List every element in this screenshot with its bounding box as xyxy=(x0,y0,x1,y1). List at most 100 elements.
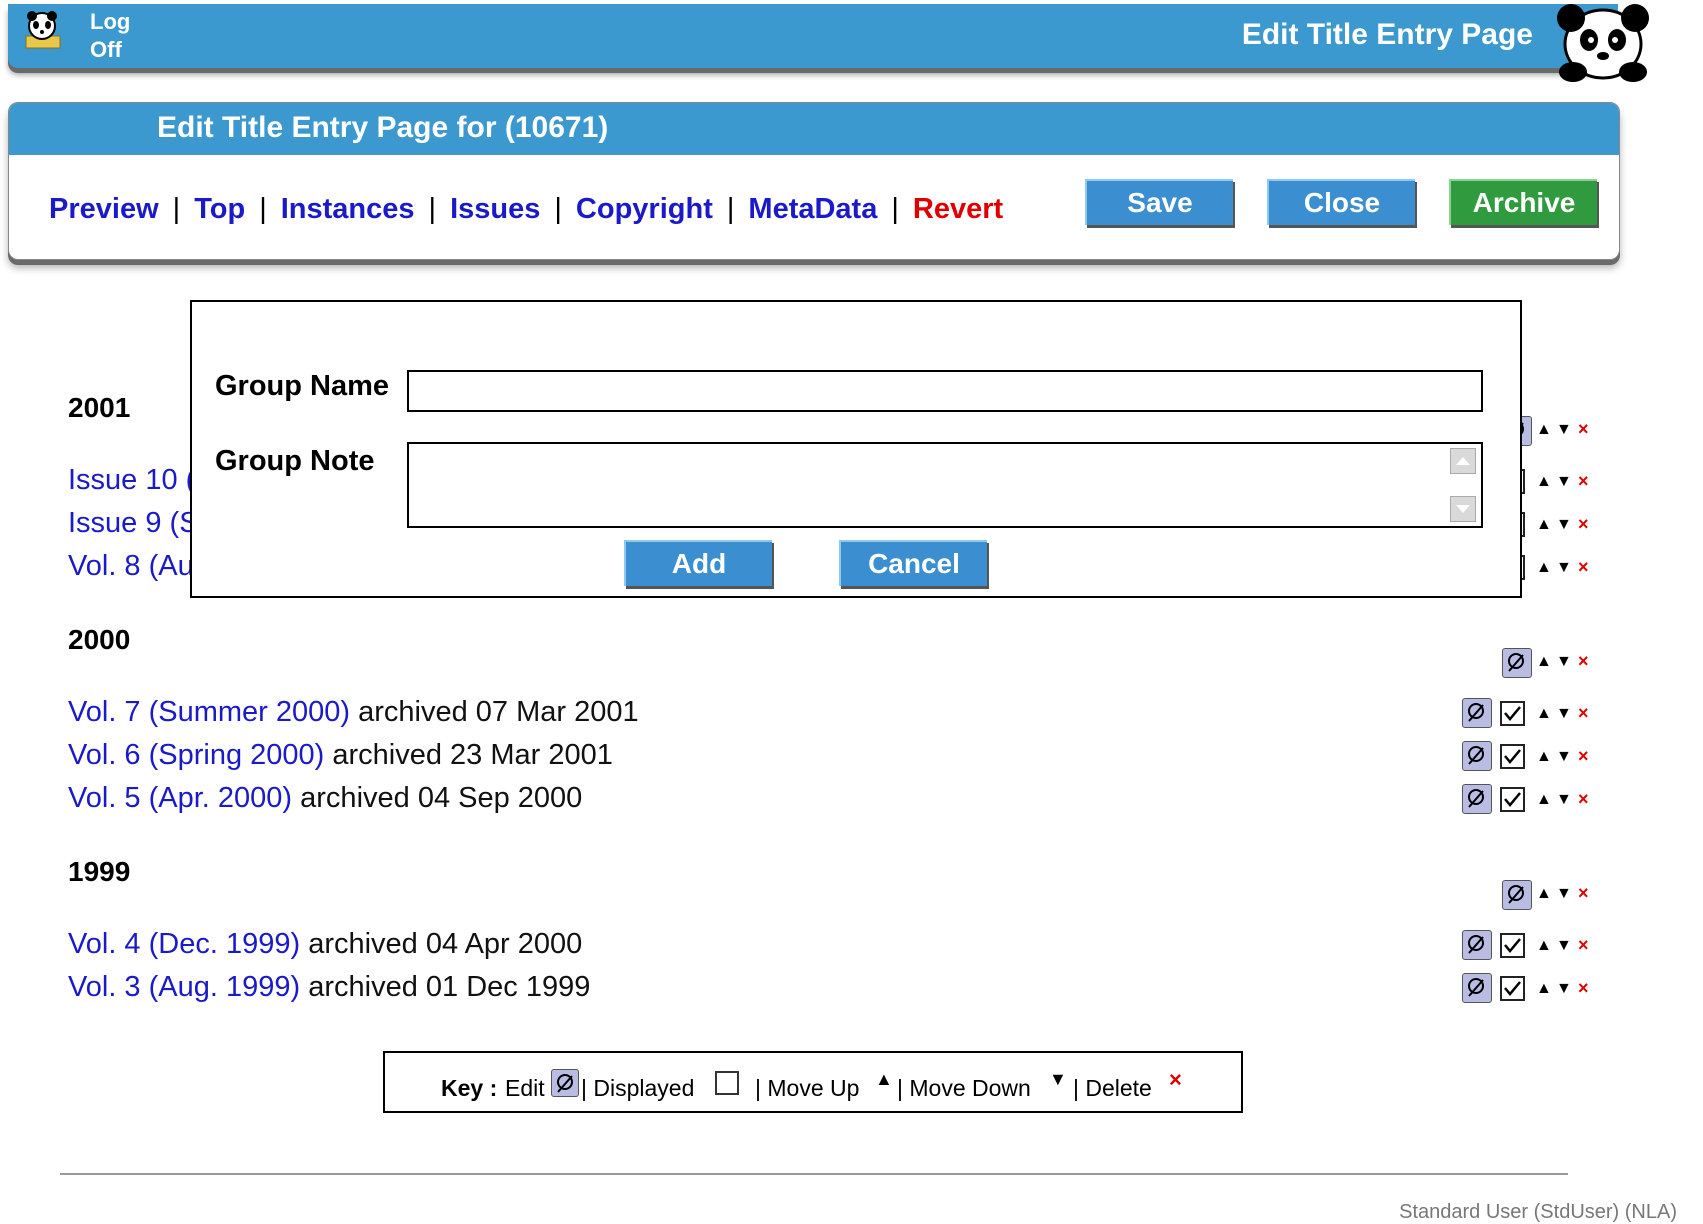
move-up-icon[interactable]: ▲ xyxy=(1536,559,1552,577)
nav-bar: Preview | Top | Instances | Issues | Copyright | M… xyxy=(49,193,1003,226)
move-down-icon[interactable]: ▼ xyxy=(1556,473,1572,491)
issue-link[interactable]: Vol. 7 (Summer 2000) xyxy=(68,696,350,728)
issue-link[interactable]: Vol. 4 (Dec. 1999) xyxy=(68,928,300,960)
cancel-button[interactable]: Cancel xyxy=(839,540,987,586)
move-up-icon[interactable]: ▲ xyxy=(1536,791,1552,809)
move-up-icon[interactable]: ▲ xyxy=(1536,885,1552,903)
move-up-icon[interactable]: ▲ xyxy=(1536,653,1552,671)
nav-metadata[interactable]: MetaData xyxy=(748,193,877,225)
displayed-checkbox[interactable] xyxy=(1500,933,1525,958)
issue-link[interactable]: Vol. 8 (Au xyxy=(68,550,194,582)
delete-icon[interactable]: × xyxy=(1578,978,1589,999)
nav-issues[interactable]: Issues xyxy=(450,193,540,225)
move-down-icon[interactable]: ▼ xyxy=(1556,559,1572,577)
issue-link[interactable]: Vol. 6 (Spring 2000) xyxy=(68,739,324,771)
key-label: Key : xyxy=(441,1075,498,1101)
list-item: Vol. 7 (Summer 2000) archived 07 Mar 200… xyxy=(68,696,639,729)
nav-preview[interactable]: Preview xyxy=(49,193,159,225)
edit-icon[interactable] xyxy=(1502,880,1532,910)
key-delete-label: | Delete xyxy=(1073,1075,1152,1101)
nav-separator: | xyxy=(554,193,562,225)
displayed-checkbox[interactable] xyxy=(1500,744,1525,769)
list-item: Vol. 3 (Aug. 1999) archived 01 Dec 1999 xyxy=(68,971,590,1004)
archived-date: archived 04 Apr 2000 xyxy=(300,928,583,960)
delete-icon[interactable]: × xyxy=(1578,557,1589,578)
move-up-icon[interactable]: ▲ xyxy=(1536,937,1552,955)
logoff-line2: Off xyxy=(90,37,122,62)
delete-icon[interactable]: × xyxy=(1578,471,1589,492)
edit-icon[interactable] xyxy=(1502,648,1532,678)
move-up-icon[interactable]: ▲ xyxy=(1536,748,1552,766)
delete-icon[interactable]: × xyxy=(1578,419,1589,440)
issue-link[interactable]: Vol. 5 (Apr. 2000) xyxy=(68,782,292,814)
logoff-icon[interactable] xyxy=(22,10,66,54)
move-down-icon[interactable]: ▼ xyxy=(1556,516,1572,534)
move-down-icon[interactable]: ▼ xyxy=(1556,421,1572,439)
archived-date: archived 04 Sep 2000 xyxy=(292,782,583,814)
edit-icon[interactable] xyxy=(1462,741,1492,771)
move-down-icon[interactable]: ▼ xyxy=(1556,748,1572,766)
delete-icon[interactable]: × xyxy=(1578,514,1589,535)
displayed-checkbox[interactable] xyxy=(1500,976,1525,1001)
add-button[interactable]: Add xyxy=(624,540,772,586)
key-displayed-label: | Displayed xyxy=(581,1075,695,1101)
delete-icon[interactable]: × xyxy=(1578,789,1589,810)
archived-date: archived 07 Mar 2001 xyxy=(350,696,639,728)
edit-icon[interactable] xyxy=(1462,698,1492,728)
key-edit-label: Edit xyxy=(505,1075,545,1101)
list-item: Vol. 6 (Spring 2000) archived 23 Mar 200… xyxy=(68,739,613,772)
displayed-checkbox[interactable] xyxy=(1500,701,1525,726)
delete-icon[interactable]: × xyxy=(1578,935,1589,956)
logoff-line1: Log xyxy=(90,9,131,34)
save-button[interactable]: Save xyxy=(1085,179,1233,225)
edit-icon[interactable] xyxy=(1462,973,1492,1003)
logoff-link[interactable]: Log Off xyxy=(90,8,130,64)
nav-revert[interactable]: Revert xyxy=(913,193,1003,225)
move-down-icon[interactable]: ▼ xyxy=(1556,791,1572,809)
move-up-icon[interactable]: ▲ xyxy=(1536,421,1552,439)
issue-link[interactable]: Issue 10 ( xyxy=(68,464,195,496)
nav-separator: | xyxy=(259,193,267,225)
scroll-down-icon[interactable] xyxy=(1450,496,1476,522)
list-item: Issue 9 (S xyxy=(68,507,199,540)
close-button[interactable]: Close xyxy=(1267,179,1415,225)
nav-top[interactable]: Top xyxy=(194,193,245,225)
issue-link[interactable]: Issue 9 (S xyxy=(68,507,199,539)
move-up-icon[interactable]: ▲ xyxy=(1536,705,1552,723)
group-name-input[interactable] xyxy=(407,370,1483,412)
list-item: Vol. 4 (Dec. 1999) archived 04 Apr 2000 xyxy=(68,928,582,961)
delete-icon[interactable]: × xyxy=(1578,883,1589,904)
group-year-heading: 2000 xyxy=(68,624,131,655)
edit-icon[interactable] xyxy=(1462,784,1492,814)
displayed-checkbox[interactable] xyxy=(1500,787,1525,812)
move-up-icon[interactable]: ▲ xyxy=(1536,516,1552,534)
move-down-icon[interactable]: ▼ xyxy=(1556,885,1572,903)
nav-copyright[interactable]: Copyright xyxy=(576,193,713,225)
legend-key-box: Key : Edit | Displayed | Move Up ▲ | Mov… xyxy=(383,1051,1243,1113)
panda-logo-icon xyxy=(1551,0,1655,84)
page-title: Edit Title Entry Page xyxy=(1241,18,1533,51)
move-up-icon[interactable]: ▲ xyxy=(1536,980,1552,998)
move-down-icon[interactable]: ▼ xyxy=(1556,653,1572,671)
key-move-down-label: | Move Down xyxy=(897,1075,1031,1101)
key-down-arrow-icon: ▼ xyxy=(1049,1069,1067,1089)
scroll-up-icon[interactable] xyxy=(1450,448,1476,474)
archive-button[interactable]: Archive xyxy=(1449,179,1597,225)
nav-instances[interactable]: Instances xyxy=(281,193,415,225)
issue-link[interactable]: Vol. 3 (Aug. 1999) xyxy=(68,971,300,1003)
move-down-icon[interactable]: ▼ xyxy=(1556,937,1572,955)
group-note-textarea[interactable] xyxy=(407,442,1483,528)
move-up-icon[interactable]: ▲ xyxy=(1536,473,1552,491)
move-down-icon[interactable]: ▼ xyxy=(1556,705,1572,723)
edit-icon[interactable] xyxy=(1462,930,1492,960)
archived-date: archived 23 Mar 2001 xyxy=(324,739,613,771)
move-down-icon[interactable]: ▼ xyxy=(1556,980,1572,998)
panel-title: Edit Title Entry Page for (10671) xyxy=(157,111,609,144)
delete-icon[interactable]: × xyxy=(1578,651,1589,672)
delete-icon[interactable]: × xyxy=(1578,703,1589,724)
add-group-dialog: Group Name Group Note Add Cancel xyxy=(190,300,1522,598)
key-delete-icon: × xyxy=(1169,1067,1182,1092)
delete-icon[interactable]: × xyxy=(1578,746,1589,767)
nav-separator: | xyxy=(891,193,899,225)
group-year-heading: 2001 xyxy=(68,392,131,423)
